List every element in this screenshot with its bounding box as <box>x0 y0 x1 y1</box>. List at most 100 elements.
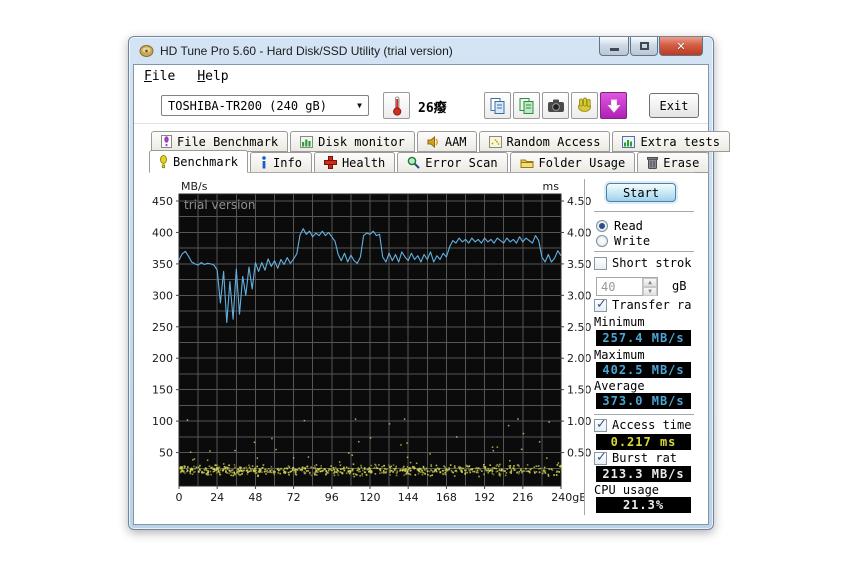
tab-benchmark[interactable]: Benchmark <box>149 150 248 173</box>
copy-to-file-button[interactable] <box>513 92 540 119</box>
app-window: HD Tune Pro 5.60 - Hard Disk/SSD Utility… <box>128 36 714 530</box>
spinner-value: 40 <box>597 278 642 295</box>
start-label: Start <box>623 186 659 200</box>
tab-file-benchmark[interactable]: File Benchmark <box>151 131 288 152</box>
maximum-label: Maximum <box>594 348 645 362</box>
chevron-down-icon: ▼ <box>357 101 362 110</box>
average-value: 373.0 MB/s <box>596 393 691 409</box>
tab-aam[interactable]: AAM <box>417 131 477 152</box>
burst-rate-value: 213.3 MB/s <box>596 466 691 482</box>
svg-text:100: 100 <box>152 415 173 428</box>
tab-error-scan[interactable]: Error Scan <box>397 152 507 173</box>
client-area: File Help TOSHIBA-TR200 (240 gB) ▼ 26癈 E… <box>133 64 709 525</box>
access-time-label: Access time <box>612 418 691 432</box>
svg-text:3.00: 3.00 <box>567 289 592 302</box>
svg-text:120: 120 <box>360 491 381 504</box>
copy-button[interactable] <box>484 92 511 119</box>
tab-row-top: File Benchmark Disk monitor AAM Random A… <box>151 131 732 152</box>
svg-text:1.00: 1.00 <box>567 415 592 428</box>
window-title: HD Tune Pro 5.60 - Hard Disk/SSD Utility… <box>160 44 453 58</box>
update-button[interactable] <box>600 92 627 119</box>
tab-row-bottom: Benchmark Info Health Error Scan Folder … <box>149 152 711 173</box>
svg-text:ms: ms <box>543 180 560 193</box>
benchmark-chart: trial version500.501001.001501.502002.00… <box>150 173 610 522</box>
exit-button[interactable]: Exit <box>649 93 699 118</box>
svg-text:450: 450 <box>152 195 173 208</box>
hand-icon <box>576 97 593 114</box>
access-time-value: 0.217 ms <box>596 434 691 450</box>
separator <box>594 251 694 253</box>
burst-rate-checkbox[interactable] <box>594 452 607 465</box>
menu-help[interactable]: Help <box>197 69 228 84</box>
thermometer-icon <box>390 96 404 116</box>
spinner-up-icon[interactable]: ▲ <box>643 278 657 287</box>
svg-text:72: 72 <box>287 491 301 504</box>
panel-separator-vertical <box>584 179 586 515</box>
title-bar[interactable]: HD Tune Pro 5.60 - Hard Disk/SSD Utility… <box>129 37 713 64</box>
tab-extra-tests[interactable]: Extra tests <box>612 131 729 152</box>
app-icon <box>139 44 154 58</box>
svg-text:4.50: 4.50 <box>567 195 592 208</box>
cpu-usage-label: CPU usage <box>594 483 659 497</box>
menu-file[interactable]: File <box>144 69 175 84</box>
tab-label: AAM <box>445 135 467 149</box>
speaker-icon <box>427 136 440 148</box>
temperature-button[interactable] <box>383 92 410 119</box>
tab-label: Info <box>273 156 302 170</box>
spinner-down-icon[interactable]: ▼ <box>643 287 657 296</box>
benchmark-page: trial version500.501001.001501.502002.00… <box>150 173 702 522</box>
chart-icon <box>622 136 635 148</box>
short-stroke-spinner[interactable]: 40 ▲▼ <box>596 277 658 296</box>
tab-random-access[interactable]: Random Access <box>479 131 611 152</box>
svg-text:192: 192 <box>474 491 495 504</box>
svg-text:350: 350 <box>152 258 173 271</box>
svg-text:216: 216 <box>512 491 533 504</box>
cpu-usage-value: 21.3% <box>596 497 691 513</box>
minimize-button[interactable] <box>599 37 629 56</box>
svg-text:0: 0 <box>176 491 183 504</box>
maximum-value: 402.5 MB/s <box>596 362 691 378</box>
maximize-icon <box>640 42 649 50</box>
donate-button[interactable] <box>571 92 598 119</box>
close-button[interactable]: ✕ <box>659 37 703 56</box>
tab-label: Health <box>342 156 385 170</box>
trash-icon <box>647 156 658 169</box>
tab-health[interactable]: Health <box>314 152 395 173</box>
separator <box>594 211 694 213</box>
svg-text:96: 96 <box>325 491 339 504</box>
screenshot-button[interactable] <box>542 92 569 119</box>
health-cross-icon <box>324 156 337 169</box>
dots-icon <box>489 136 502 148</box>
copy-icon <box>489 97 506 114</box>
tab-erase[interactable]: Erase <box>637 152 709 173</box>
drive-select-dropdown[interactable]: TOSHIBA-TR200 (240 gB) ▼ <box>161 95 369 116</box>
maximize-button[interactable] <box>630 37 658 56</box>
tab-label: Benchmark <box>173 155 238 169</box>
write-label: Write <box>614 234 650 248</box>
bulb-purple-icon <box>161 135 172 148</box>
exit-label: Exit <box>660 99 689 113</box>
start-button[interactable]: Start <box>606 183 676 202</box>
read-label: Read <box>614 219 643 233</box>
bars-icon <box>300 136 313 148</box>
tab-info[interactable]: Info <box>250 152 312 173</box>
burst-rate-label: Burst rat <box>612 451 677 465</box>
tab-folder-usage[interactable]: Folder Usage <box>510 152 636 173</box>
svg-text:168: 168 <box>436 491 457 504</box>
short-stroke-checkbox[interactable] <box>594 257 607 270</box>
svg-text:2.00: 2.00 <box>567 352 592 365</box>
read-radio[interactable] <box>596 220 608 232</box>
tab-label: Disk monitor <box>318 135 405 149</box>
svg-text:300: 300 <box>152 289 173 302</box>
menu-bar: File Help <box>134 65 708 88</box>
temperature-value: 26癈 <box>418 97 447 116</box>
info-icon <box>260 156 268 169</box>
svg-text:250: 250 <box>152 321 173 334</box>
transfer-rate-checkbox[interactable] <box>594 299 607 312</box>
toolbar-separator <box>134 123 708 124</box>
write-radio[interactable] <box>596 235 608 247</box>
svg-text:MB/s: MB/s <box>181 180 208 193</box>
tab-disk-monitor[interactable]: Disk monitor <box>290 131 415 152</box>
access-time-checkbox[interactable] <box>594 419 607 432</box>
download-arrow-icon <box>607 99 621 113</box>
